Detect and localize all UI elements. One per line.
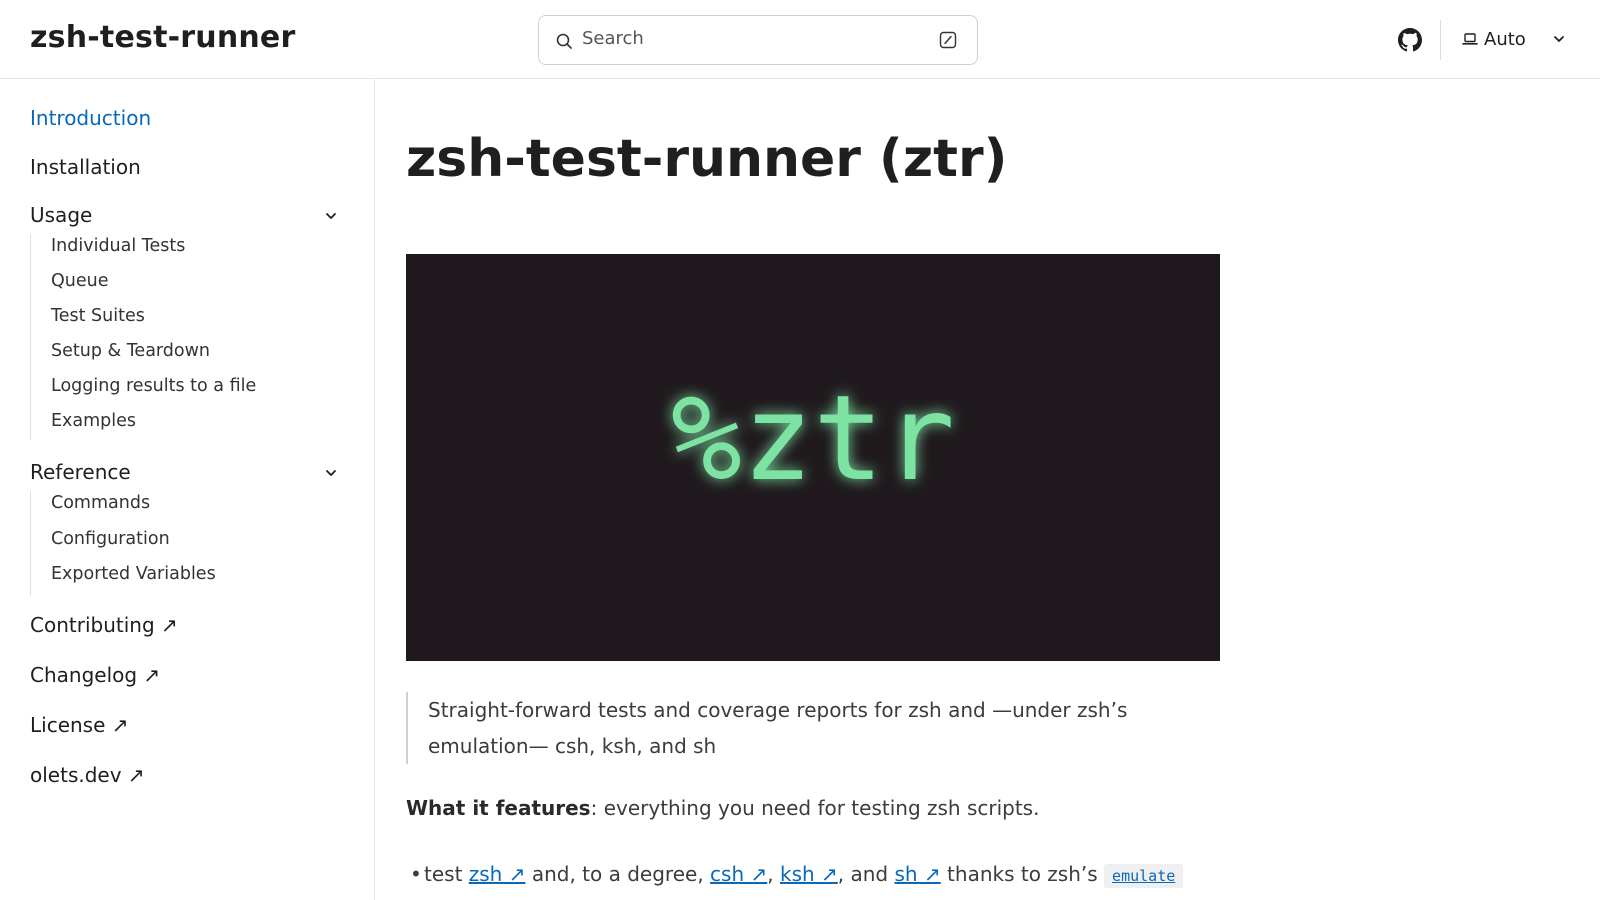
hero-logo-graphic: %ztr — [671, 369, 955, 507]
github-icon[interactable] — [1398, 28, 1422, 52]
zsh-link[interactable]: zsh ↗ — [469, 862, 526, 886]
search-box[interactable]: Search — [538, 15, 978, 65]
features-text: : everything you need for testing zsh sc… — [590, 796, 1040, 820]
sidebar-item-exported-variables[interactable]: Exported Variables — [51, 564, 216, 584]
sidebar-item-usage[interactable]: Usage — [30, 203, 92, 227]
reference-subnav-rail — [30, 491, 31, 596]
keyboard-shortcut-icon — [939, 31, 957, 49]
laptop-icon — [1462, 33, 1478, 45]
hero-logo-text: %ztr — [671, 369, 955, 507]
sidebar-item-introduction[interactable]: Introduction — [30, 106, 151, 130]
intro-blockquote: Straight-forward tests and coverage repo… — [406, 692, 1220, 764]
sidebar-item-setup-teardown[interactable]: Setup & Teardown — [51, 341, 210, 361]
features-heading: What it features — [406, 796, 591, 820]
emulate-code-link[interactable]: emulate — [1104, 864, 1184, 888]
sidebar-item-reference[interactable]: Reference — [30, 460, 131, 484]
ksh-link[interactable]: ksh ↗ — [780, 862, 838, 886]
search-icon — [556, 33, 572, 49]
sidebar-item-queue[interactable]: Queue — [51, 271, 109, 291]
bullet-text: , and — [837, 862, 895, 886]
theme-switcher[interactable]: Auto — [1462, 26, 1564, 52]
bullet-dot: • — [410, 862, 422, 886]
header-divider — [1440, 20, 1441, 60]
sidebar-item-olets-dev[interactable]: olets.dev ↗ — [30, 763, 145, 787]
sidebar-item-configuration[interactable]: Configuration — [51, 529, 170, 549]
sidebar-nav: Introduction Installation Usage Individu… — [0, 79, 375, 900]
usage-subnav-rail — [30, 234, 31, 440]
features-paragraph: What it features: everything you need fo… — [406, 796, 1039, 820]
sidebar-item-contributing[interactable]: Contributing ↗ — [30, 613, 178, 637]
bullet-text: and, to a degree, — [525, 862, 711, 886]
theme-label: Auto — [1484, 28, 1526, 50]
sh-link[interactable]: sh ↗ — [894, 862, 940, 886]
sidebar-item-individual-tests[interactable]: Individual Tests — [51, 236, 185, 256]
chevron-down-icon — [1554, 36, 1564, 42]
sidebar-item-installation[interactable]: Installation — [30, 155, 141, 179]
bullet-text: test — [424, 862, 469, 886]
search-placeholder: Search — [582, 28, 644, 49]
quote-line-1: Straight-forward tests and coverage repo… — [428, 698, 1128, 722]
sidebar-item-test-suites[interactable]: Test Suites — [51, 306, 145, 326]
quote-line-2: emulation— csh, ksh, and sh — [428, 734, 717, 758]
bullet-text: , — [767, 862, 780, 886]
site-title[interactable]: zsh-test-runner — [30, 20, 295, 55]
chevron-down-icon[interactable] — [323, 208, 339, 224]
top-header: zsh-test-runner Search Auto — [0, 0, 1600, 79]
sidebar-item-changelog[interactable]: Changelog ↗ — [30, 663, 160, 687]
bullet-text: thanks to zsh’s — [940, 862, 1105, 886]
chevron-down-icon[interactable] — [323, 465, 339, 481]
main-content: zsh-test-runner (ztr) %ztr Straight-forw… — [376, 79, 1600, 900]
sidebar-item-logging-results[interactable]: Logging results to a file — [51, 376, 256, 396]
sidebar-item-examples[interactable]: Examples — [51, 411, 136, 431]
sidebar-item-license[interactable]: License ↗ — [30, 713, 129, 737]
sidebar-item-commands[interactable]: Commands — [51, 493, 150, 513]
hero-image: %ztr — [406, 254, 1220, 661]
feature-list-item: • test zsh ↗ and, to a degree, csh ↗, ks… — [410, 862, 1184, 888]
csh-link[interactable]: csh ↗ — [710, 862, 767, 886]
page-title: zsh-test-runner (ztr) — [406, 129, 1008, 189]
